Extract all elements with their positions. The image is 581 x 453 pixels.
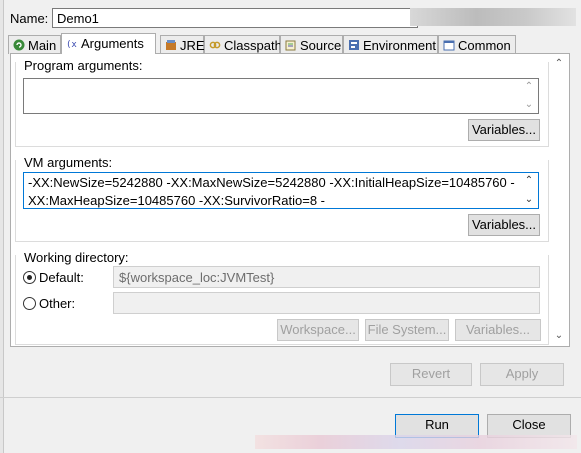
other-radio[interactable] — [23, 297, 36, 310]
program-arguments-textarea[interactable]: ⌃ ⌄ — [23, 78, 539, 114]
watermark — [255, 435, 577, 449]
arguments-tab-icon: (x) — [66, 40, 78, 49]
tab-common-label: Common — [458, 38, 511, 53]
name-label: Name: — [10, 11, 49, 26]
vm-arguments-title: VM arguments: — [24, 155, 113, 170]
vm-arguments-text: -XX:NewSize=5242880 -XX:MaxNewSize=52428… — [28, 174, 518, 210]
tab-source-label: Source — [300, 38, 342, 53]
other-label: Other: — [39, 296, 76, 311]
working-directory-title: Working directory: — [24, 250, 129, 265]
arguments-panel: Program arguments: ⌃ ⌄ Variables... VM a… — [10, 53, 570, 347]
tab-arguments[interactable]: (x)Arguments — [61, 33, 156, 54]
classpath-tab-icon — [209, 41, 221, 49]
scroll-up-icon[interactable]: ⌃ — [521, 174, 537, 188]
default-directory-field: ${workspace_loc:JVMTest} — [113, 266, 540, 288]
scroll-down-icon[interactable]: ⌄ — [521, 193, 537, 207]
tab-jre-label: JRE — [180, 38, 205, 53]
tab-main[interactable]: Main — [8, 35, 61, 54]
tab-environment-label: Environment — [363, 38, 436, 53]
vm-arguments-scrollbar[interactable]: ⌃ ⌄ — [521, 174, 537, 207]
scroll-down-icon[interactable]: ⌄ — [521, 98, 537, 112]
working-directory-variables-button[interactable]: Variables... — [455, 319, 541, 341]
revert-button[interactable]: Revert — [390, 363, 472, 386]
tab-jre[interactable]: JRE — [160, 35, 205, 54]
environment-tab-icon — [349, 40, 359, 50]
vm-arguments-variables-button[interactable]: Variables... — [468, 214, 540, 236]
tab-environment[interactable]: Environment — [343, 35, 438, 54]
apply-button[interactable]: Apply — [480, 363, 564, 386]
vm-arguments-line-2: XX:MaxHeapSize=10485760 -XX:SurvivorRati… — [28, 193, 325, 208]
panel-scrollbar[interactable]: ⌃ ⌄ — [551, 56, 567, 344]
common-tab-icon — [443, 40, 455, 51]
vm-arguments-line-1: -XX:NewSize=5242880 -XX:MaxNewSize=52428… — [28, 175, 515, 190]
main-tab-icon — [13, 39, 25, 51]
scroll-down-icon[interactable]: ⌄ — [551, 328, 567, 344]
tab-classpath[interactable]: Classpath — [204, 35, 282, 54]
workspace-button[interactable]: Workspace... — [277, 319, 359, 341]
source-tab-icon — [285, 40, 296, 51]
file-system-button[interactable]: File System... — [365, 319, 449, 341]
tab-source[interactable]: Source — [280, 35, 343, 54]
name-input[interactable]: Demo1 — [52, 8, 418, 28]
dialog-separator — [0, 397, 581, 398]
tab-arguments-label: Arguments — [81, 36, 144, 51]
program-arguments-title: Program arguments: — [24, 58, 143, 73]
program-arguments-scrollbar[interactable]: ⌃ ⌄ — [521, 80, 537, 112]
default-label: Default: — [39, 270, 84, 285]
tab-main-label: Main — [28, 38, 57, 53]
other-directory-field[interactable] — [113, 292, 540, 314]
left-edge — [0, 0, 4, 453]
vm-arguments-textarea[interactable]: -XX:NewSize=5242880 -XX:MaxNewSize=52428… — [23, 172, 539, 209]
tab-common[interactable]: Common — [438, 35, 516, 54]
tab-classpath-label: Classpath — [224, 38, 282, 53]
default-radio[interactable] — [23, 271, 36, 284]
program-arguments-variables-button[interactable]: Variables... — [468, 119, 540, 141]
scroll-up-icon[interactable]: ⌃ — [551, 56, 567, 72]
svg-text:(x): (x) — [66, 40, 78, 49]
redacted-area — [410, 8, 576, 26]
scroll-up-icon[interactable]: ⌃ — [521, 80, 537, 94]
jre-tab-icon — [166, 40, 176, 50]
